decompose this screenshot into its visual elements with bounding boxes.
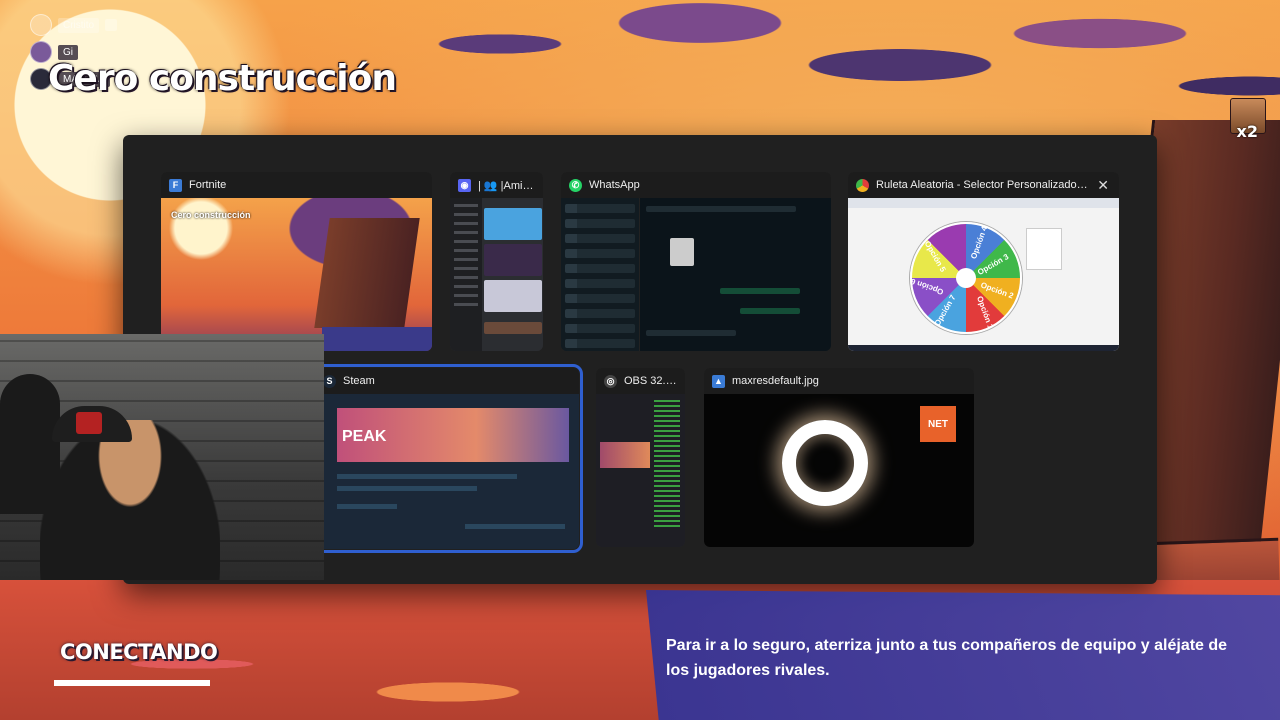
whatsapp-preview [561, 198, 831, 351]
chat-pane [640, 198, 831, 351]
message-image [670, 238, 694, 266]
taskbar [848, 345, 1119, 351]
options-panel [1026, 228, 1062, 270]
thumbnail-header: ✆ WhatsApp [561, 172, 831, 198]
thumbnail-header: S Steam [315, 368, 579, 394]
window-preview: PEAK [315, 394, 579, 549]
obs-icon: ◎ [604, 374, 617, 388]
thumbnail-header: ◉ | 👥 |Amikuos... [450, 172, 543, 198]
window-preview [450, 198, 543, 351]
browser-toolbar [848, 198, 1119, 208]
party-member-name: Cristito [58, 17, 100, 33]
window-title: | 👥 |Amikuos... [478, 179, 535, 192]
streamer [40, 420, 220, 580]
window-thumbnail-ruleta[interactable]: Ruleta Aleatoria - Selector Personalizad… [848, 172, 1119, 351]
loading-status: CONECTANDO [60, 640, 218, 664]
image-icon: ▲ [712, 374, 725, 388]
loading-progress-fill [54, 680, 210, 686]
mission-title: Cero construcción [48, 58, 397, 99]
window-title: Ruleta Aleatoria - Selector Personalizad… [876, 179, 1088, 191]
store-row [337, 504, 397, 509]
obs-sources-list [654, 400, 680, 527]
preview-tree [314, 218, 420, 328]
chrome-icon [856, 178, 869, 192]
steam-icon: S [323, 374, 336, 388]
loading-progress-bar [54, 680, 210, 686]
whatsapp-icon: ✆ [569, 178, 582, 192]
thumbnail-header: ▲ maxresdefault.jpg [704, 368, 974, 394]
party-member: Cristito [30, 14, 118, 36]
window-preview: Cero construcción [161, 198, 432, 351]
game-banner: PEAK [337, 408, 569, 462]
window-preview: Opción 4 Opción 3 Opción 5 Opción 2 Opci… [848, 198, 1119, 351]
image-preview: NET [704, 394, 974, 547]
thumbnail-header: F Fortnite [161, 172, 432, 198]
webcam-overlay [0, 334, 324, 580]
message-bubble [646, 206, 796, 212]
fortnite-preview: Cero construcción [161, 198, 432, 351]
xp-multiplier: x2 [1236, 122, 1258, 141]
window-title: maxresdefault.jpg [732, 375, 819, 387]
window-thumbnail-obs[interactable]: ◎ OBS 32.0.2 - Pe... [596, 368, 685, 547]
window-thumbnail-whatsapp[interactable]: ✆ WhatsApp [561, 172, 831, 351]
ring-light [782, 420, 868, 506]
window-thumbnail-steam[interactable]: S Steam PEAK [311, 364, 583, 553]
window-preview [561, 198, 831, 351]
obs-preview [596, 394, 685, 547]
video-tile [484, 244, 542, 276]
preview-banner [322, 327, 432, 351]
video-tile [484, 280, 542, 312]
window-title: OBS 32.0.2 - Pe... [624, 375, 677, 387]
video-tile [484, 322, 542, 334]
thumbnail-header: ◎ OBS 32.0.2 - Pe... [596, 368, 685, 394]
discord-icon: ◉ [458, 178, 471, 192]
store-row [465, 524, 565, 529]
window-thumbnail-image[interactable]: ▲ maxresdefault.jpg NET [704, 368, 974, 547]
channel-logo: NET [920, 406, 956, 442]
store-row [337, 474, 517, 479]
chat-list [561, 198, 640, 351]
obs-scene-preview [600, 442, 650, 468]
roulette-wheel [910, 222, 1022, 334]
window-title: Steam [343, 375, 375, 387]
discord-sidebar [450, 198, 482, 351]
cap [52, 406, 132, 442]
discord-preview [450, 198, 543, 351]
close-icon[interactable]: ✕ [1095, 177, 1111, 194]
preview-title: Cero construcción [171, 210, 251, 220]
video-tile [484, 208, 542, 240]
message-bubble [720, 288, 800, 294]
steam-preview: PEAK [315, 394, 579, 549]
window-thumbnail-discord[interactable]: ◉ | 👥 |Amikuos... [450, 172, 543, 351]
thumbnail-header: Ruleta Aleatoria - Selector Personalizad… [848, 172, 1119, 198]
ruleta-preview: Opción 4 Opción 3 Opción 5 Opción 2 Opci… [848, 198, 1119, 351]
window-title: WhatsApp [589, 179, 640, 191]
window-preview: NET [704, 394, 974, 547]
message-bubble [646, 330, 736, 336]
game-title: PEAK [342, 428, 387, 445]
store-row [337, 486, 477, 491]
window-thumbnail-fortnite[interactable]: F Fortnite Cero construcción [161, 172, 432, 351]
status-indicator [105, 19, 118, 31]
window-preview [596, 394, 685, 547]
avatar [30, 14, 52, 36]
fortnite-icon: F [169, 178, 182, 192]
message-bubble [740, 308, 800, 314]
tip-text: Para ir a lo seguro, aterriza junto a tu… [666, 637, 1228, 679]
window-title: Fortnite [189, 179, 227, 191]
